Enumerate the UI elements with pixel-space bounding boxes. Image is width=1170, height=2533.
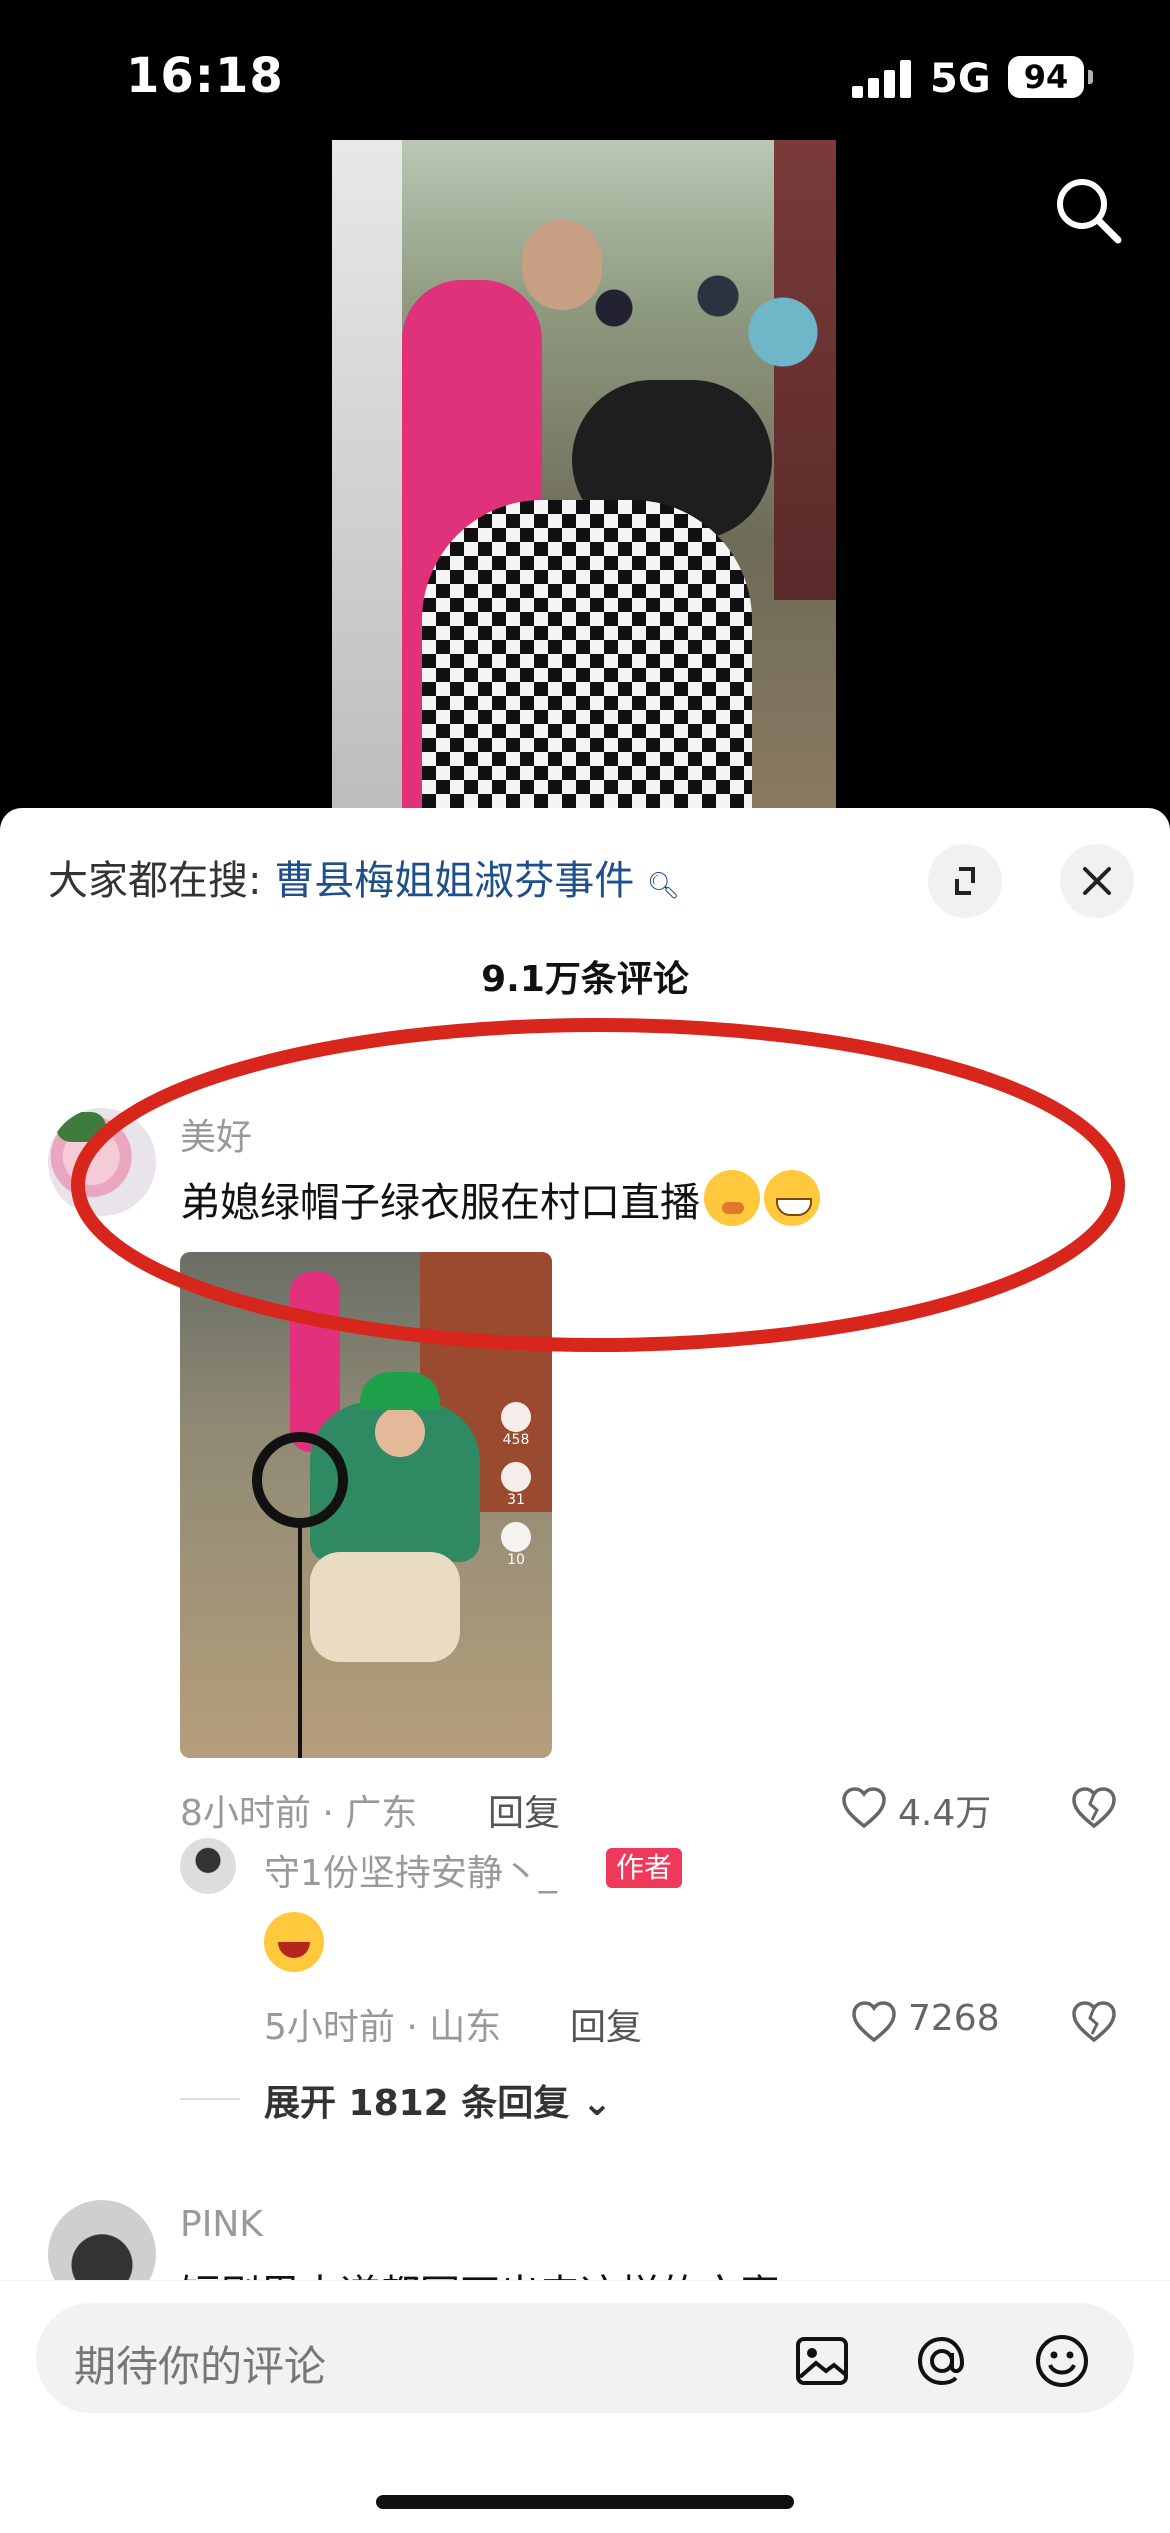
status-bar: 16:18 5G 94: [0, 0, 1170, 140]
close-icon: [1083, 867, 1111, 895]
heart-outline-icon[interactable]: [850, 1998, 898, 2046]
network-type: 5G: [930, 56, 991, 102]
signal-icon: [852, 60, 914, 98]
comment-composer: 期待你的评论: [0, 2280, 1170, 2533]
reply-like-count: 7268: [908, 1998, 1000, 2039]
thumb-comment: 31: [496, 1462, 536, 1508]
comment-count: 9.1万条评论: [481, 959, 689, 1000]
comment-input[interactable]: 期待你的评论: [36, 2303, 1134, 2413]
expand-icon: [955, 867, 975, 895]
comment-text: 弟媳绿帽子绿衣服在村口直播: [180, 1170, 820, 1228]
broken-heart-icon[interactable]: [1070, 1784, 1118, 1832]
search-icon[interactable]: [1048, 170, 1128, 250]
like-count: 4.4万: [898, 1793, 992, 1834]
emoji-icon[interactable]: [1032, 2331, 1092, 2391]
comment-image[interactable]: 458 31 10: [180, 1252, 552, 1758]
video-player[interactable]: [332, 140, 836, 810]
video-person-houndstooth: [422, 500, 752, 810]
hot-search-link[interactable]: 曹县梅姐姐淑芬事件: [274, 858, 634, 904]
at-mention-icon[interactable]: [912, 2331, 972, 2391]
thumb-favorite-count: 10: [507, 1552, 525, 1568]
broken-heart-icon[interactable]: [1070, 1998, 1118, 2046]
comment-input-placeholder: 期待你的评论: [74, 2342, 327, 2391]
reply-time-location: 5小时前 · 山东: [264, 2007, 502, 2048]
reply-button[interactable]: 回复: [570, 1998, 642, 2050]
shy-emoji-icon: [704, 1170, 760, 1226]
comment-time-location: 8小时前 · 广东: [180, 1793, 418, 1834]
reply-button[interactable]: 回复: [488, 1784, 560, 1836]
status-time: 16:18: [126, 48, 284, 104]
tripod-stand: [298, 1528, 302, 1758]
thumb-legs: [310, 1552, 460, 1662]
thumb-like-count: 458: [502, 1432, 530, 1448]
star-icon: [501, 1522, 531, 1552]
hot-search-bar[interactable]: 大家都在搜: 曹县梅姐姐淑芬事件 🔍︎: [48, 848, 680, 906]
home-indicator[interactable]: [376, 2495, 794, 2509]
expand-button[interactable]: [928, 844, 1002, 918]
battery-icon: 94: [1008, 56, 1084, 98]
laughing-emoji-icon: [264, 1912, 324, 1972]
thumb-face: [375, 1407, 425, 1457]
author-badge: 作者: [606, 1848, 683, 1888]
video-person-head: [522, 220, 602, 310]
comment-bubble-icon: [501, 1462, 531, 1492]
ring-light: [252, 1432, 348, 1528]
comment-text-content: 弟媳绿帽子绿衣服在村口直播: [180, 1180, 700, 1226]
reply-username[interactable]: 守1份坚持安静丶_: [264, 1844, 557, 1896]
small-search-icon: 🔍︎: [646, 871, 680, 901]
comments-sheet: 大家都在搜: 曹县梅姐姐淑芬事件 🔍︎ 9.1万条评论 美好 弟媳绿帽子绿衣服在…: [0, 808, 1170, 2532]
heart-icon: [501, 1402, 531, 1432]
hot-search-prefix: 大家都在搜:: [48, 858, 262, 904]
thumb-favorite: 10: [496, 1522, 536, 1568]
chevron-down-icon: ⌄: [581, 2083, 612, 2124]
grin-emoji-icon: [764, 1170, 820, 1226]
comment-username[interactable]: 美好: [180, 1108, 252, 1160]
heart-outline-icon[interactable]: [840, 1784, 888, 1832]
video-wall: [332, 140, 402, 810]
reply-avatar[interactable]: [180, 1838, 236, 1894]
expand-divider: [180, 2098, 240, 2100]
thumb-green-hat: [360, 1372, 440, 1410]
image-icon[interactable]: [792, 2331, 852, 2391]
expand-replies-button[interactable]: 展开 1812 条回复 ⌄: [264, 2074, 612, 2126]
battery-tip: [1088, 70, 1093, 84]
expand-replies-label: 展开 1812 条回复: [264, 2083, 570, 2124]
thumb-like: 458: [496, 1402, 536, 1448]
avatar[interactable]: [48, 1108, 156, 1216]
thumb-comment-count: 31: [507, 1492, 525, 1508]
comment-username[interactable]: PINK: [180, 2204, 263, 2245]
close-button[interactable]: [1060, 844, 1134, 918]
